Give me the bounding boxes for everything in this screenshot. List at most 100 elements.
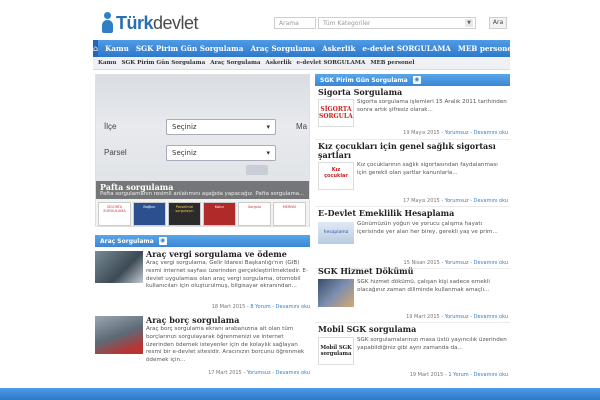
- article-date: 17 Mayıs 2015: [403, 198, 440, 204]
- search-input[interactable]: Arama: [274, 17, 316, 29]
- chevron-down-icon: ▾: [266, 123, 270, 131]
- article-meta: 19 Mart 2015 - Yorumsuz - Devamını oku: [406, 314, 508, 320]
- slider-thumbnails: SİGORTA SORGULAMA Bağkur Parselinizi sor…: [98, 202, 306, 226]
- article-comments-link[interactable]: 1 Yorum: [448, 372, 468, 378]
- article-date: 17 Mart 2015: [208, 370, 242, 376]
- rss-icon[interactable]: ◉: [412, 76, 421, 84]
- home-icon[interactable]: ⌂: [93, 40, 99, 57]
- category-value: Tüm Kategoriler: [323, 20, 371, 27]
- main-nav: ⌂ Kamu SGK Pirim Gün Sorgulama Araç Sorg…: [93, 40, 515, 57]
- article-comments-link[interactable]: Yorumsuz: [445, 260, 469, 266]
- article-arac-vergi: Araç vergi sorgulama ve ödeme: [146, 250, 310, 259]
- article-image[interactable]: [95, 316, 143, 354]
- article-excerpt: SGK hizmet dökümü, çalışan kişi sadece e…: [357, 279, 490, 293]
- article-excerpt: Kız çocuklarının sağlık sigortasından fa…: [357, 162, 498, 176]
- read-more-link[interactable]: Devamını oku: [474, 260, 508, 266]
- article-image[interactable]: Mobil SGK sorgulama: [318, 337, 354, 365]
- form-label-ma: Ma: [296, 122, 308, 131]
- chevron-down-icon: ▾: [266, 149, 270, 157]
- article-date: 18 Mart 2015: [211, 304, 246, 310]
- article-title[interactable]: Sigorta Sorgulama: [318, 88, 508, 97]
- read-more-link[interactable]: Devamını oku: [276, 304, 310, 310]
- slider-caption-text: Pafta sorgulamanın resimli anlatımını aş…: [100, 191, 305, 197]
- article-image[interactable]: hesaplama: [318, 222, 354, 244]
- article-text-wrap: [95, 260, 310, 304]
- form-select-value: Seçiniz: [172, 149, 197, 157]
- article-image[interactable]: [318, 279, 354, 307]
- article-title[interactable]: Mobil SGK sorgulama: [318, 325, 508, 334]
- article-excerpt: Günümüzün yoğun ve yorucu çalışma hayatı…: [357, 221, 498, 235]
- article-meta: 17 Mayıs 2015 - Yorumsuz - Devamını oku: [403, 198, 508, 204]
- form-select-value: Seçiniz: [172, 123, 197, 131]
- subnav-item-edevlet[interactable]: e-devlet SORGULAMA: [297, 60, 366, 66]
- divider: [315, 322, 510, 323]
- logo-text-part1: Türk: [116, 13, 154, 33]
- footer-bar: [0, 388, 600, 400]
- article-image[interactable]: SİGORTA SORGULAMA: [318, 99, 354, 127]
- article-comments-link[interactable]: Yorumsuz: [445, 130, 469, 136]
- search-button[interactable]: Ara: [489, 17, 507, 29]
- article-excerpt: Sigorta sorgulama işlemleri 15 Aralık 20…: [357, 99, 507, 113]
- article-title[interactable]: Kız çocukları için genel sağlık sigortas…: [318, 142, 508, 160]
- rss-icon[interactable]: ◉: [158, 237, 167, 245]
- read-more-link[interactable]: Devamını oku: [474, 314, 508, 320]
- article-comments-link[interactable]: Yorumsuz: [247, 370, 271, 376]
- sub-nav: Kamu SGK Pirim Gün Sorgulama Araç Sorgul…: [93, 57, 510, 70]
- article-title[interactable]: SGK Hizmet Dökümü: [318, 267, 508, 276]
- nav-item-kamu[interactable]: Kamu: [105, 44, 129, 53]
- article-title[interactable]: Araç vergi sorgulama ve ödeme: [146, 250, 310, 259]
- form-label-parsel: Parsel: [104, 148, 127, 157]
- chevron-down-icon: ▼: [465, 19, 473, 27]
- nav-item-meb[interactable]: MEB personel: [458, 44, 515, 53]
- subnav-item-meb[interactable]: MEB personel: [370, 60, 414, 66]
- form-select-parsel: Seçiniz ▾: [166, 145, 276, 161]
- subnav-item-arac[interactable]: Araç Sorgulama: [210, 60, 260, 66]
- article-excerpt: SGK sorgulamalarınızı masa üstü yayıncıl…: [357, 337, 507, 351]
- read-more-link[interactable]: Devamını oku: [474, 130, 508, 136]
- subnav-item-askerlik[interactable]: Askerlik: [266, 60, 292, 66]
- slider-thumb[interactable]: Bağkur: [133, 202, 166, 226]
- read-more-link[interactable]: Devamını oku: [276, 370, 310, 376]
- slider-caption: Pafta sorgulama Pafta sorgulamanın resim…: [96, 181, 309, 199]
- slider-thumb[interactable]: MERNİS: [273, 202, 306, 226]
- slider-thumb[interactable]: SİGORTA SORGULAMA: [98, 202, 131, 226]
- article-text: Araç borç sorgulama ekranı arabanızına a…: [146, 326, 310, 366]
- search-placeholder: Arama: [279, 20, 299, 27]
- person-icon: [100, 12, 114, 34]
- article-meta: 19 Mayıs 2015 - Yorumsuz - Devamını oku: [403, 130, 508, 136]
- section-title[interactable]: Araç Sorgulama: [100, 238, 154, 245]
- article-date: 19 Mart 2015: [406, 314, 440, 320]
- read-more-link[interactable]: Devamını oku: [474, 198, 508, 204]
- nav-item-edevlet[interactable]: e-devlet SORGULAMA: [362, 44, 450, 53]
- read-more-link[interactable]: Devamını oku: [474, 372, 508, 378]
- featured-slider[interactable]: İlçe Seçiniz ▾ Ma Parsel Seçiniz ▾ Pafta s…: [95, 74, 310, 227]
- subnav-item-kamu[interactable]: Kamu: [98, 60, 116, 66]
- section-header-sgk: SGK Pirim Gün Sorgulama ◉: [315, 74, 510, 86]
- article-meta: 17 Mart 2015 - Yorumsuz - Devamını oku: [208, 370, 310, 376]
- article-title[interactable]: E-Devlet Emeklilik Hesaplama: [318, 209, 508, 218]
- divider: [315, 206, 510, 207]
- article-excerpt: Araç borç sorgulama ekranı arabanızına a…: [146, 326, 305, 364]
- article-meta: 18 Mart 2015 - 8 Yorum - Devamını oku: [211, 304, 310, 310]
- divider: [315, 139, 510, 140]
- article-date: 19 Mayıs 2015: [403, 130, 440, 136]
- slider-thumb[interactable]: Sorgula: [238, 202, 271, 226]
- site-logo[interactable]: Türk devlet: [100, 10, 199, 34]
- slider-thumb[interactable]: Kalıcı: [203, 202, 236, 226]
- logo-text-part2: devlet: [153, 13, 199, 33]
- article-date: 19 Mart 2015: [409, 372, 444, 378]
- article-image[interactable]: Kız çocuklar: [318, 162, 354, 190]
- nav-item-askerlik[interactable]: Askerlik: [322, 44, 355, 53]
- article-comments-link[interactable]: 8 Yorum: [250, 304, 270, 310]
- article-meta: 19 Mart 2015 - 1 Yorum - Devamını oku: [409, 372, 508, 378]
- section-title[interactable]: SGK Pirim Gün Sorgulama: [320, 77, 408, 84]
- nav-item-arac[interactable]: Araç Sorgulama: [250, 44, 315, 53]
- article-title[interactable]: Araç borç sorgulama: [146, 316, 310, 325]
- header: Türk devlet Arama Tüm Kategoriler ▼ Ara: [0, 0, 600, 38]
- nav-item-sgk[interactable]: SGK Pirim Gün Sorgulama: [136, 44, 244, 53]
- article-comments-link[interactable]: Yorumsuz: [445, 198, 469, 204]
- slider-thumb[interactable]: Parselinizi sorgulayın: [168, 202, 201, 226]
- subnav-item-sgk[interactable]: SGK Pirim Gün Sorgulama: [121, 60, 205, 66]
- category-select[interactable]: Tüm Kategoriler ▼: [318, 17, 476, 29]
- article-comments-link[interactable]: Yorumsuz: [445, 314, 469, 320]
